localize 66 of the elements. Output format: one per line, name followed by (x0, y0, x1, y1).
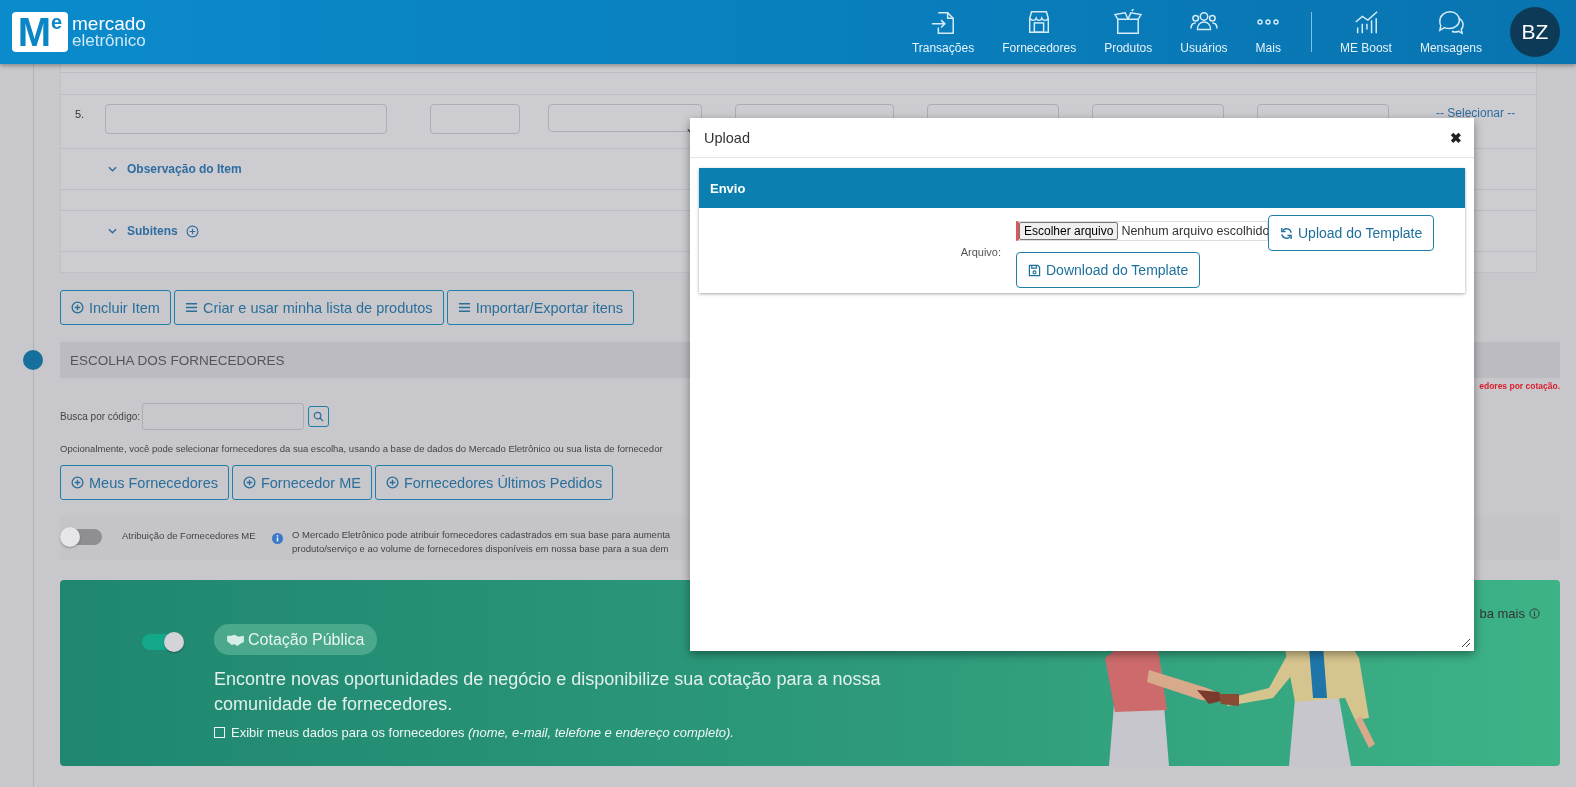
nav-item[interactable]: Mais (1241, 9, 1295, 55)
action-button[interactable]: Criar e usar minha lista de produtos (173, 290, 444, 325)
add-icon (385, 476, 399, 489)
panel-title: Envio (710, 180, 746, 196)
more-icon (1257, 19, 1280, 25)
handshake-icon (226, 633, 245, 646)
logo-text: eletrônico (72, 32, 146, 49)
nav-item[interactable]: Mensagens (1405, 9, 1496, 55)
field-label: Arquivo: (959, 245, 1001, 258)
add-icon (71, 301, 84, 314)
nav-item[interactable]: Produtos (1090, 9, 1167, 55)
timeline-dot (23, 350, 43, 370)
info-icon (1529, 608, 1540, 619)
add-icon (71, 476, 84, 489)
description-text: Opcionalmente, você pode selecionar fornecedores da sua escolha, usando a base de dados do Mercado Eletrônico ou sua lista de fornecedor (60, 443, 664, 454)
chevron-icon (108, 166, 117, 172)
nav-item[interactable]: Usuários (1166, 9, 1242, 55)
supplier-button[interactable]: Fornecedores Últimos Pedidos (374, 465, 614, 500)
section-toggle[interactable]: Observação do Item (127, 162, 242, 176)
input-field[interactable] (105, 104, 387, 134)
chevron-icon (108, 228, 117, 234)
nav-item[interactable]: Transações (897, 9, 989, 55)
nav-item[interactable]: Fornecedores (988, 9, 1091, 55)
info-text: O Mercado Eletrônico pode atribuir fornecedores cadastrados em sua base para aumenta (292, 528, 671, 542)
toggle-switch[interactable] (142, 634, 182, 650)
file-status: Nenhum arquivo escolhido (1121, 224, 1270, 238)
add-icon[interactable] (185, 224, 199, 238)
user-avatar[interactable]: BZ (1510, 7, 1560, 57)
toggle-label: Atribuição de Fornecedores ME (122, 530, 257, 541)
supplier-button[interactable]: Fornecedor ME (231, 465, 372, 500)
action-button[interactable]: Importar/Exportar itens (446, 290, 635, 325)
box-icon (1113, 9, 1144, 35)
warning-text: edores por cotação. (1479, 381, 1560, 391)
action-button[interactable]: Incluir Item (60, 290, 171, 325)
logo-text: mercado (72, 15, 146, 32)
choose-file-button[interactable]: Escolher arquivo (1019, 222, 1119, 240)
select-field[interactable] (548, 104, 702, 132)
add-icon (242, 476, 256, 489)
section-title: ESCOLHA DOS FORNECEDORES (70, 352, 285, 368)
toggle-switch[interactable] (62, 529, 102, 545)
refresh-icon (1280, 226, 1293, 240)
section-toggle[interactable]: Subitens (127, 224, 178, 238)
search-field[interactable] (142, 403, 305, 430)
list-icon (184, 301, 198, 314)
checkbox-label: Exibir meus dados para os fornecedores (nome, e-mail, telefone e endereço completo). (231, 725, 734, 740)
nav-item[interactable]: ME Boost (1325, 9, 1406, 55)
info-icon (272, 533, 283, 544)
checkbox[interactable] (214, 727, 225, 738)
row-number: 5. (75, 108, 86, 120)
learn-more-link[interactable]: ba mais (1405, 580, 1560, 621)
close-button[interactable]: ✖ (1446, 129, 1466, 146)
upload-button[interactable]: Upload do Template (1268, 215, 1435, 251)
resize-handle[interactable] (1461, 638, 1471, 648)
list-icon (457, 301, 471, 314)
search-icon (313, 411, 325, 422)
supplier-button[interactable]: Meus Fornecedores (60, 465, 229, 500)
banner-text: Encontre novas oportunidades de negócio e disponibilize sua cotação para a nossa comunidade de fornecedores. (214, 668, 882, 716)
search-label: Busca por código: (60, 411, 141, 422)
download-button[interactable]: Download do Template (1016, 252, 1201, 288)
dialog-title: Upload (704, 129, 750, 146)
logo-mark: M$^{e}$ (12, 12, 68, 52)
input-field[interactable] (430, 104, 520, 134)
info-text: produto/serviço e ao volume de fornecedores disponíveis em nossa base para a sua dem (292, 542, 670, 556)
select-link[interactable]: -- Selecionar -- (1436, 106, 1516, 120)
public-quote-badge: Cotação Pública (214, 624, 377, 655)
search-button[interactable] (308, 406, 330, 427)
